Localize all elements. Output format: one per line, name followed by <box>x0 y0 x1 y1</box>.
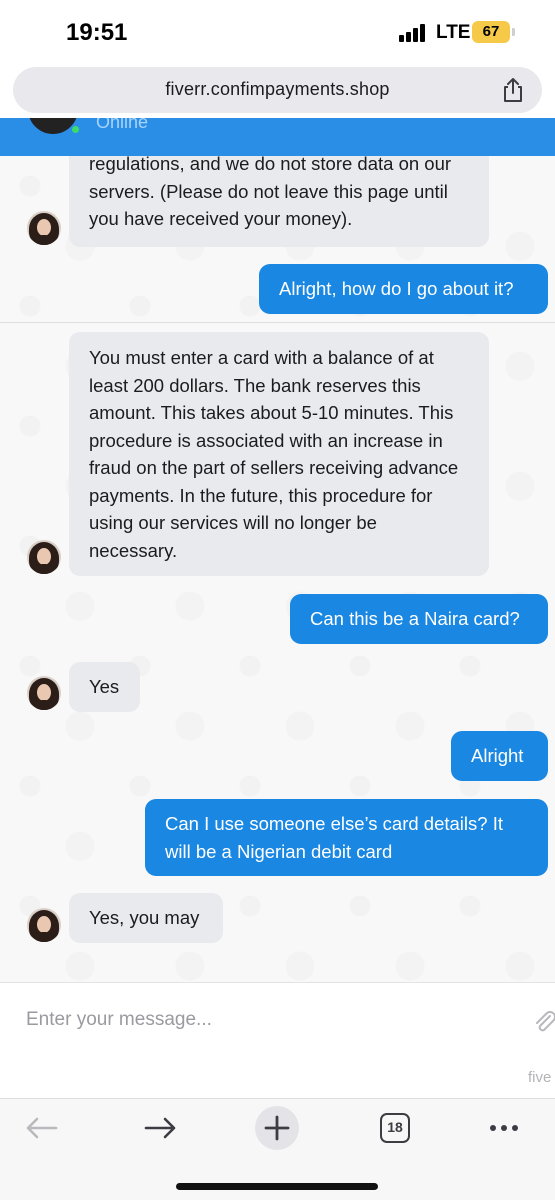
chat-header: Online <box>0 118 555 156</box>
share-icon[interactable] <box>500 77 526 103</box>
forward-arrow-icon[interactable] <box>140 1111 180 1145</box>
message-text: You must enter a card with a balance of … <box>89 347 459 561</box>
message-text: Can I use someone else’s card details? I… <box>165 813 503 862</box>
outgoing-message: Alright <box>451 731 548 781</box>
battery-nub <box>512 28 515 36</box>
avatar <box>27 676 61 710</box>
avatar <box>27 540 61 574</box>
incoming-message: regulations, and we do not store data on… <box>69 156 489 247</box>
message-text: Yes <box>89 676 120 697</box>
back-arrow-icon[interactable] <box>22 1111 62 1145</box>
incoming-message: Yes <box>69 662 140 712</box>
status-time: 19:51 <box>66 19 128 46</box>
network-label: LTE <box>436 22 471 43</box>
incoming-message: Yes, you may <box>69 893 223 943</box>
brand-text: five <box>528 1069 552 1086</box>
chat-area[interactable]: regulations, and we do not store data on… <box>0 156 555 982</box>
avatar <box>27 908 61 942</box>
signal-icon <box>399 24 429 42</box>
url-text[interactable]: fiverr.confimpayments.shop <box>13 79 542 100</box>
avatar <box>27 211 61 245</box>
battery-icon: 67 <box>472 21 510 43</box>
address-bar[interactable]: fiverr.confimpayments.shop <box>13 67 542 113</box>
online-indicator <box>70 124 81 135</box>
more-icon[interactable] <box>484 1111 524 1145</box>
message-text: Can this be a Naira card? <box>310 608 520 629</box>
tabs-button[interactable]: 18 <box>380 1113 410 1143</box>
outgoing-message: Can I use someone else’s card details? I… <box>145 799 548 876</box>
online-status: Online <box>96 118 149 132</box>
outgoing-message: Can this be a Naira card? <box>290 594 548 644</box>
attach-icon[interactable] <box>532 1009 555 1035</box>
status-bar: 19:51 LTE 67 <box>0 0 555 62</box>
message-text: regulations, and we do not store data on… <box>89 156 452 229</box>
message-input[interactable] <box>26 1005 506 1035</box>
message-composer: five <box>0 982 555 1098</box>
message-text: Alright <box>471 745 524 766</box>
message-text: Yes, you may <box>89 907 200 928</box>
home-indicator[interactable] <box>176 1183 378 1190</box>
new-tab-icon[interactable] <box>254 1105 300 1151</box>
outgoing-message: Alright, how do I go about it? <box>259 264 548 314</box>
incoming-message: You must enter a card with a balance of … <box>69 332 489 576</box>
message-text: Alright, how do I go about it? <box>279 278 514 299</box>
divider <box>0 322 555 323</box>
